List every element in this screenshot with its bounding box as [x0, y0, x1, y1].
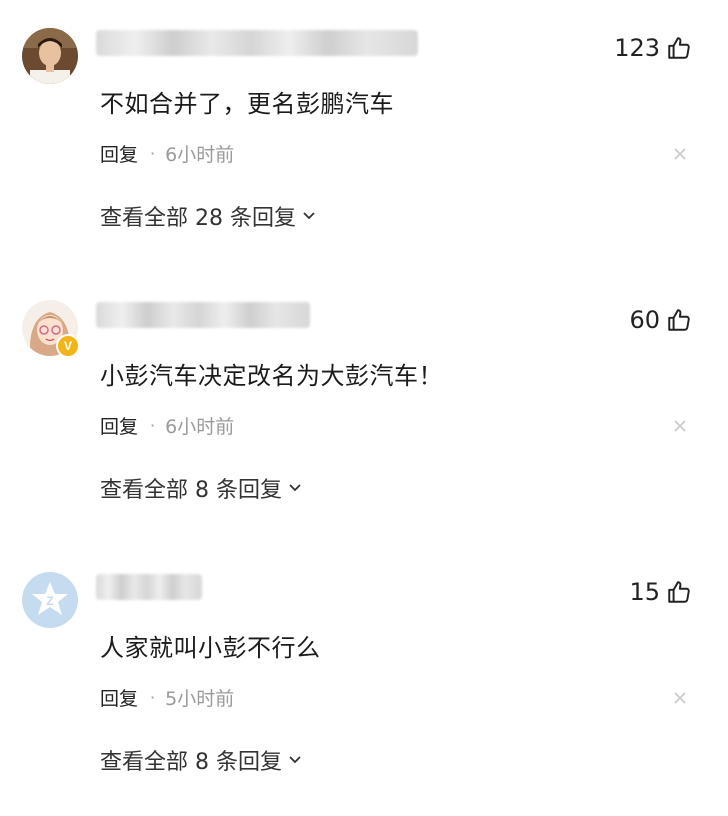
close-icon[interactable]	[672, 418, 688, 434]
thumbs-up-icon	[668, 37, 690, 59]
view-replies-label: 查看全部 8 条回复	[100, 750, 282, 775]
comment-meta: 回复 · 5小时前	[100, 684, 234, 711]
comment-item: 123 不如合并了，更名彭鹏汽车 回复 · 6小时前 查看全部 28 条回复	[0, 0, 728, 272]
comment-meta: 回复 · 6小时前	[100, 140, 234, 167]
avatar[interactable]: Z	[22, 572, 78, 628]
comment-meta: 回复 · 6小时前	[100, 412, 234, 439]
reply-button[interactable]: 回复	[100, 684, 138, 711]
chevron-down-icon	[289, 756, 301, 764]
view-replies-label: 查看全部 28 条回复	[100, 206, 296, 231]
comment-time: 6小时前	[165, 144, 235, 166]
thumbs-up-icon	[668, 581, 690, 603]
comment-item: V 60 小彭汽车决定改名为大彭汽车！ 回复 · 6小时前 查看全部 8 条回复	[0, 272, 728, 544]
like-count: 15	[629, 578, 660, 606]
view-all-replies-link[interactable]: 查看全部 8 条回复	[100, 472, 304, 504]
default-star-avatar-icon: Z	[22, 572, 78, 628]
like-button[interactable]: 15	[629, 576, 692, 608]
separator-dot: ·	[150, 416, 156, 435]
comment-text: 不如合并了，更名彭鹏汽车	[100, 90, 394, 118]
comment-text: 人家就叫小彭不行么	[100, 634, 321, 662]
avatar[interactable]: V	[22, 300, 80, 358]
thumbs-up-icon	[668, 309, 690, 331]
username-redacted[interactable]	[96, 574, 202, 600]
like-count: 60	[629, 306, 660, 334]
chevron-down-icon	[303, 212, 315, 220]
view-all-replies-link[interactable]: 查看全部 28 条回复	[100, 200, 318, 232]
separator-dot: ·	[150, 144, 156, 163]
comment-text: 小彭汽车决定改名为大彭汽车！	[100, 362, 443, 390]
svg-text:Z: Z	[46, 594, 53, 608]
view-all-replies-link[interactable]: 查看全部 8 条回复	[100, 744, 304, 776]
verified-badge: V	[56, 334, 80, 358]
comment-time: 6小时前	[165, 416, 235, 438]
reply-button[interactable]: 回复	[100, 140, 138, 167]
close-icon[interactable]	[672, 690, 688, 706]
verified-badge-label: V	[63, 339, 72, 353]
username-redacted[interactable]	[96, 302, 310, 328]
portrait-photo-icon	[22, 28, 78, 84]
comment-item: Z 15 人家就叫小彭不行么 回复 · 5小时前 查看全部 8 条回复	[0, 544, 728, 816]
reply-button[interactable]: 回复	[100, 412, 138, 439]
separator-dot: ·	[150, 688, 156, 707]
like-button[interactable]: 60	[629, 304, 692, 336]
close-icon[interactable]	[672, 146, 688, 162]
view-replies-label: 查看全部 8 条回复	[100, 478, 282, 503]
comment-time: 5小时前	[165, 688, 235, 710]
avatar[interactable]	[22, 28, 78, 84]
like-button[interactable]: 123	[614, 32, 692, 64]
username-redacted[interactable]	[96, 30, 418, 56]
chevron-down-icon	[289, 484, 301, 492]
like-count: 123	[614, 34, 660, 62]
